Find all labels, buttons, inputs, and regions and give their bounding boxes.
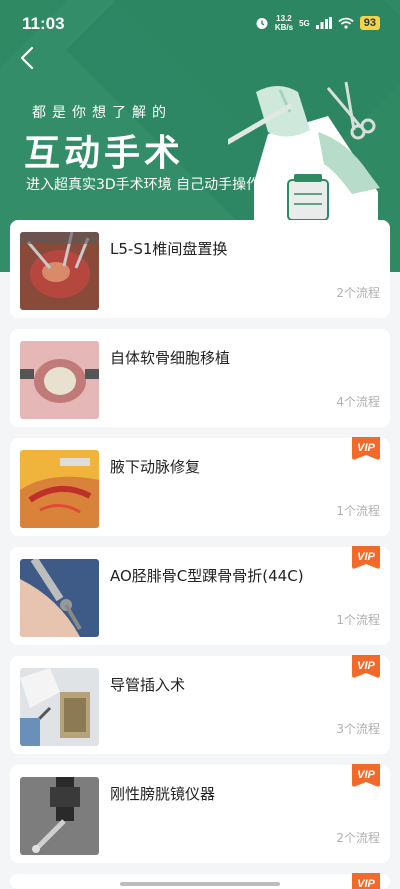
vip-badge: VIP bbox=[352, 546, 380, 569]
procedure-card[interactable]: 自体软骨细胞移植 4个流程 bbox=[10, 329, 390, 427]
procedure-card[interactable]: AO胫腓骨C型踝骨骨折(44C) 1个流程 VIP bbox=[10, 546, 390, 645]
surgery-illustration bbox=[228, 81, 380, 232]
home-indicator[interactable] bbox=[120, 882, 280, 886]
procedure-thumbnail bbox=[20, 450, 99, 528]
hero-description: 进入超真实3D手术环境 自己动手操作 bbox=[26, 177, 261, 193]
procedure-title: 刚性膀胱镜仪器 bbox=[110, 785, 216, 803]
network-type: 5G bbox=[299, 18, 310, 28]
signal-icon bbox=[315, 17, 332, 29]
status-bar: 11:03 13.2 KB/s 5G 93 bbox=[0, 0, 400, 46]
alarm-icon bbox=[256, 18, 268, 29]
procedure-card[interactable]: 导管插入术 3个流程 VIP bbox=[10, 655, 390, 754]
back-button[interactable] bbox=[16, 46, 40, 70]
procedure-card[interactable]: L5-S1椎间盘置换 2个流程 bbox=[10, 220, 390, 318]
svg-text:VIP: VIP bbox=[357, 442, 375, 454]
procedure-thumbnail bbox=[20, 777, 99, 855]
procedure-card[interactable]: 腋下动脉修复 1个流程 VIP bbox=[10, 437, 390, 536]
procedure-thumbnail bbox=[20, 232, 99, 310]
procedure-thumbnail bbox=[20, 341, 99, 419]
procedure-title: L5-S1椎间盘置换 bbox=[110, 240, 228, 258]
procedure-flow-count: 1个流程 bbox=[336, 613, 380, 627]
status-time: 11:03 bbox=[22, 14, 65, 33]
procedure-title: 导管插入术 bbox=[110, 676, 186, 694]
vip-badge: VIP bbox=[352, 437, 380, 460]
procedure-flow-count: 3个流程 bbox=[336, 722, 380, 736]
procedure-flow-count: 1个流程 bbox=[336, 504, 380, 518]
wifi-icon bbox=[338, 17, 354, 29]
vip-badge: VIP bbox=[352, 764, 380, 787]
procedure-flow-count: 2个流程 bbox=[336, 286, 380, 300]
svg-text:VIP: VIP bbox=[357, 878, 375, 889]
svg-text:VIP: VIP bbox=[357, 551, 375, 563]
vip-badge: VIP bbox=[352, 873, 380, 889]
battery-indicator: 93 bbox=[359, 16, 380, 30]
procedure-flow-count: 2个流程 bbox=[336, 831, 380, 845]
procedure-flow-count: 4个流程 bbox=[336, 395, 380, 409]
svg-text:VIP: VIP bbox=[357, 769, 375, 781]
procedure-title: AO胫腓骨C型踝骨骨折(44C) bbox=[110, 567, 304, 585]
speed-unit: KB/s bbox=[274, 23, 294, 32]
procedure-card[interactable]: 刚性膀胱镜仪器 2个流程 VIP bbox=[10, 764, 390, 863]
vip-badge: VIP bbox=[352, 655, 380, 678]
hero-title: 互动手术 bbox=[24, 133, 185, 174]
procedure-thumbnail bbox=[20, 559, 99, 637]
procedure-title: 腋下动脉修复 bbox=[110, 458, 201, 476]
speed-value: 13.2 bbox=[276, 14, 292, 23]
procedure-thumbnail bbox=[20, 668, 99, 746]
procedure-title: 自体软骨细胞移植 bbox=[110, 349, 231, 367]
svg-text:VIP: VIP bbox=[357, 660, 375, 672]
network-speed: 13.2 KB/s bbox=[275, 14, 293, 32]
hero-subtitle: 都是你想了解的 bbox=[32, 105, 172, 121]
